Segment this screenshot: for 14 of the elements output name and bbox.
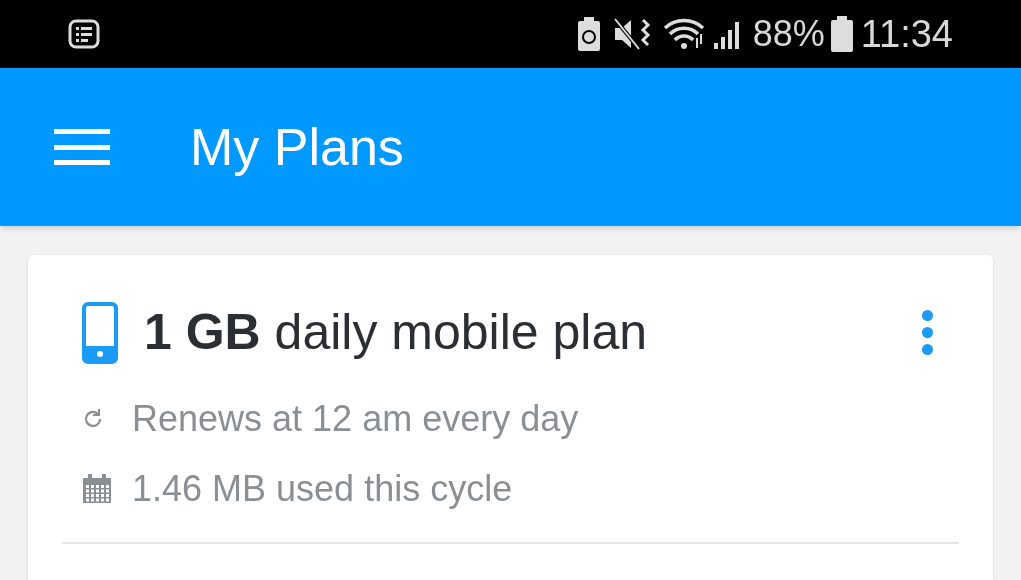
menu-button[interactable] (54, 127, 110, 167)
phone-icon (82, 301, 118, 364)
plan-detail: 1.46 MB used this cycle (132, 467, 513, 511)
battery-saver-icon (576, 17, 601, 51)
plan-title: 1 GB daily mobile plan (144, 303, 648, 362)
battery-icon (830, 16, 853, 52)
notification-icon (68, 19, 100, 49)
page-title: My Plans (190, 117, 404, 178)
plan-detail: Renews at 12 am every day (132, 397, 579, 441)
calendar-icon (82, 474, 112, 504)
battery-percentage: 88% (752, 16, 825, 52)
mute-vibrate-icon (612, 17, 651, 51)
refresh-icon (82, 408, 104, 430)
clock: 11:34 (860, 15, 953, 53)
